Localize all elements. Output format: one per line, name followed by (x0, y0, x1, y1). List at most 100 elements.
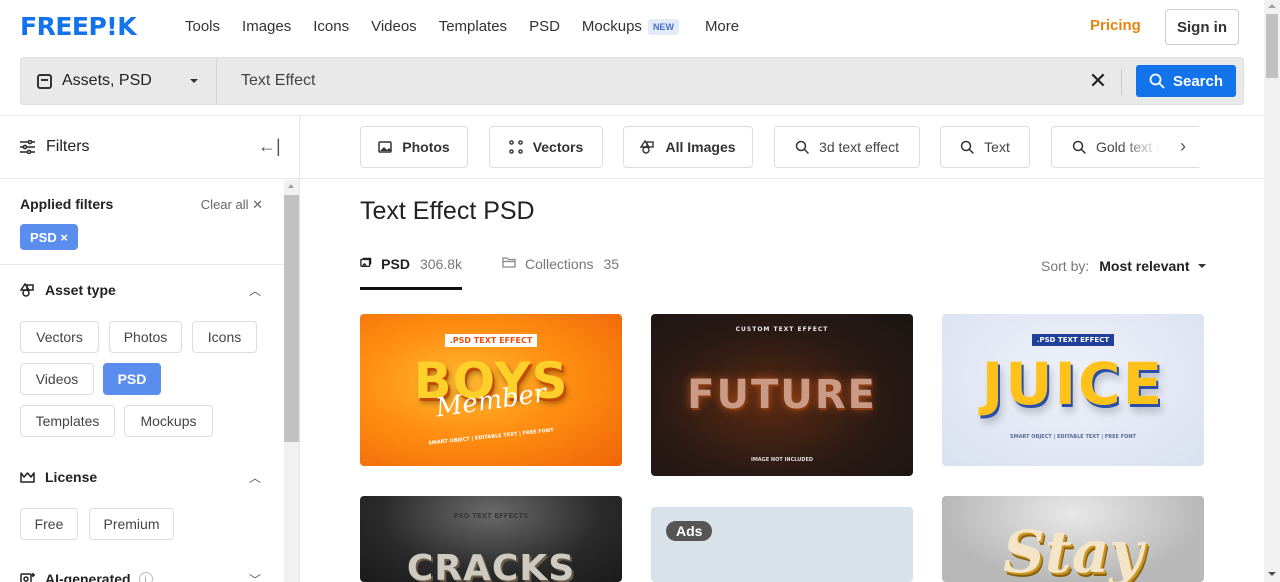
chevron-up-icon[interactable]: ︿ (249, 282, 261, 299)
pricing-link[interactable]: Pricing (1090, 17, 1141, 34)
sign-in-button[interactable]: Sign in (1165, 9, 1239, 45)
nav-psd[interactable]: PSD (529, 17, 560, 37)
ai-generated-section-header[interactable]: AI-generated i ﹀ (20, 568, 263, 582)
chip-label: Vectors (532, 139, 584, 155)
card-tag: PSD TEXT EFFECTS (453, 512, 529, 520)
folder-icon (502, 257, 516, 268)
card-subtitle: IMAGE NOT INCLUDED (750, 457, 814, 463)
ad-card[interactable]: Ads (651, 507, 913, 582)
collapse-sidebar-icon[interactable]: ←| (258, 136, 281, 157)
caret-down-icon[interactable] (1197, 264, 1206, 268)
nav-mockups[interactable]: Mockups (582, 17, 642, 37)
nav-images[interactable]: Images (242, 17, 291, 37)
sidebar-scrollbar-thumb[interactable] (284, 195, 299, 442)
clear-all-button[interactable]: Clear all ✕ (201, 197, 263, 213)
page-scrollbar[interactable] (1264, 0, 1280, 582)
search-bar: Assets, PSD ✕ Search (20, 57, 1244, 105)
clear-all-label: Clear all (200, 197, 249, 212)
filters-header: Filters ←| (0, 116, 299, 179)
chip-all-images[interactable]: All Images (623, 126, 753, 168)
chip-3d-text-effect[interactable]: 3d text effect (774, 126, 920, 168)
search-button[interactable]: Search (1136, 65, 1236, 97)
card-tag: .PSD TEXT EFFECT (1031, 334, 1115, 346)
asset-type-dropdown[interactable]: Assets, PSD (21, 58, 217, 104)
nav-videos[interactable]: Videos (371, 17, 417, 37)
psd-file-icon (37, 73, 52, 89)
new-badge: NEW (647, 19, 679, 35)
nav-icons[interactable]: Icons (313, 17, 349, 37)
chip-label: 3d text effect (819, 139, 899, 155)
asset-type-mockups[interactable]: Mockups (124, 405, 213, 437)
search-icon (1072, 140, 1086, 154)
result-card-juice[interactable]: .PSD TEXT EFFECT JUICE SMART OBJECT | ED… (942, 314, 1204, 466)
license-title: License (45, 469, 98, 485)
sidebar-scrollbar[interactable] (284, 180, 299, 582)
result-card-future[interactable]: CUSTOM TEXT EFFECT FUTURE IMAGE NOT INCL… (651, 314, 913, 476)
sidebar-divider (0, 264, 284, 265)
main-divider (300, 178, 1264, 179)
chevron-up-icon[interactable]: ︿ (249, 469, 261, 486)
filters-scroll-area: Applied filters Clear all ✕ PSD × Asset … (0, 180, 299, 582)
asset-type-videos[interactable]: Videos (20, 363, 94, 395)
sort-control: Sort by: Most relevant (1041, 258, 1206, 274)
chip-label: Text (984, 139, 1010, 155)
result-card-stay[interactable]: Stay (942, 496, 1204, 582)
chevron-right-icon[interactable]: › (1180, 136, 1186, 157)
freepik-logo[interactable]: FREEP!K (20, 14, 137, 40)
asset-type-templates[interactable]: Templates (20, 405, 115, 437)
scroll-up-arrow-icon[interactable] (1268, 4, 1276, 8)
asset-type-section-header[interactable]: Asset type ︿ (20, 279, 263, 301)
info-icon[interactable]: i (138, 572, 153, 582)
license-premium[interactable]: Premium (89, 508, 174, 540)
card-subtitle: SMART OBJECT | EDITABLE TEXT | FREE FONT (1010, 434, 1136, 440)
sliders-icon (20, 140, 35, 154)
applied-filter-chip-psd[interactable]: PSD × (20, 224, 78, 250)
search-separator (1121, 69, 1122, 95)
shapes-icon (20, 283, 34, 297)
sort-label: Sort by: (1041, 258, 1090, 274)
tab-collections[interactable]: Collections 35 (502, 256, 619, 272)
chip-vectors[interactable]: Vectors (489, 126, 603, 168)
chevron-down-icon[interactable]: ﹀ (249, 571, 261, 582)
sort-dropdown[interactable]: Most relevant (1099, 258, 1189, 274)
license-section-header[interactable]: License ︿ (20, 466, 263, 488)
vector-icon (508, 140, 523, 154)
scroll-down-arrow-icon[interactable] (1268, 572, 1276, 576)
search-button-label: Search (1172, 72, 1224, 90)
license-free[interactable]: Free (20, 508, 78, 540)
card-title: CRACKS (406, 548, 576, 582)
chip-label: All Images (665, 139, 736, 155)
applied-filters-title: Applied filters (20, 196, 114, 212)
search-icon (960, 140, 974, 154)
card-title: JUICE (981, 350, 1165, 418)
tab-psd[interactable]: PSD 306.8k (360, 256, 462, 290)
chip-photos[interactable]: Photos (360, 126, 468, 168)
search-icon (1149, 73, 1165, 89)
nav-tools[interactable]: Tools (185, 17, 220, 37)
applied-filters: Applied filters Clear all ✕ PSD × (20, 196, 263, 250)
tab-collections-count: 35 (603, 256, 620, 272)
asset-type-vectors[interactable]: Vectors (20, 321, 99, 353)
shapes-icon (640, 140, 655, 154)
asset-type-icons[interactable]: Icons (192, 321, 257, 353)
chip-label: Photos (402, 139, 450, 155)
nav-more[interactable]: More (705, 17, 739, 37)
ai-generated-title: AI-generated (45, 571, 131, 582)
card-tag: .PSD TEXT EFFECT (444, 334, 538, 347)
tab-psd-label: PSD (381, 256, 410, 272)
page-scrollbar-thumb[interactable] (1266, 14, 1278, 78)
related-chips: Photos Vectors All Images 3d text effect… (360, 126, 1201, 168)
clear-search-icon[interactable]: ✕ (1088, 70, 1108, 92)
scroll-up-arrow-icon[interactable] (288, 184, 294, 188)
card-tag: CUSTOM TEXT EFFECT (735, 326, 829, 333)
result-card-boys[interactable]: .PSD TEXT EFFECT BOYS Member SMART OBJEC… (360, 314, 622, 466)
asset-type-photos[interactable]: Photos (109, 321, 182, 353)
nav-templates[interactable]: Templates (439, 17, 507, 37)
asset-type-psd[interactable]: PSD (103, 363, 161, 395)
search-input[interactable] (241, 58, 1061, 104)
chip-text[interactable]: Text (940, 126, 1030, 168)
ads-badge: Ads (666, 521, 713, 541)
photo-icon (378, 141, 393, 153)
filters-title: Filters (46, 138, 90, 155)
result-card-cracks[interactable]: PSD TEXT EFFECTS CRACKS (360, 496, 622, 582)
